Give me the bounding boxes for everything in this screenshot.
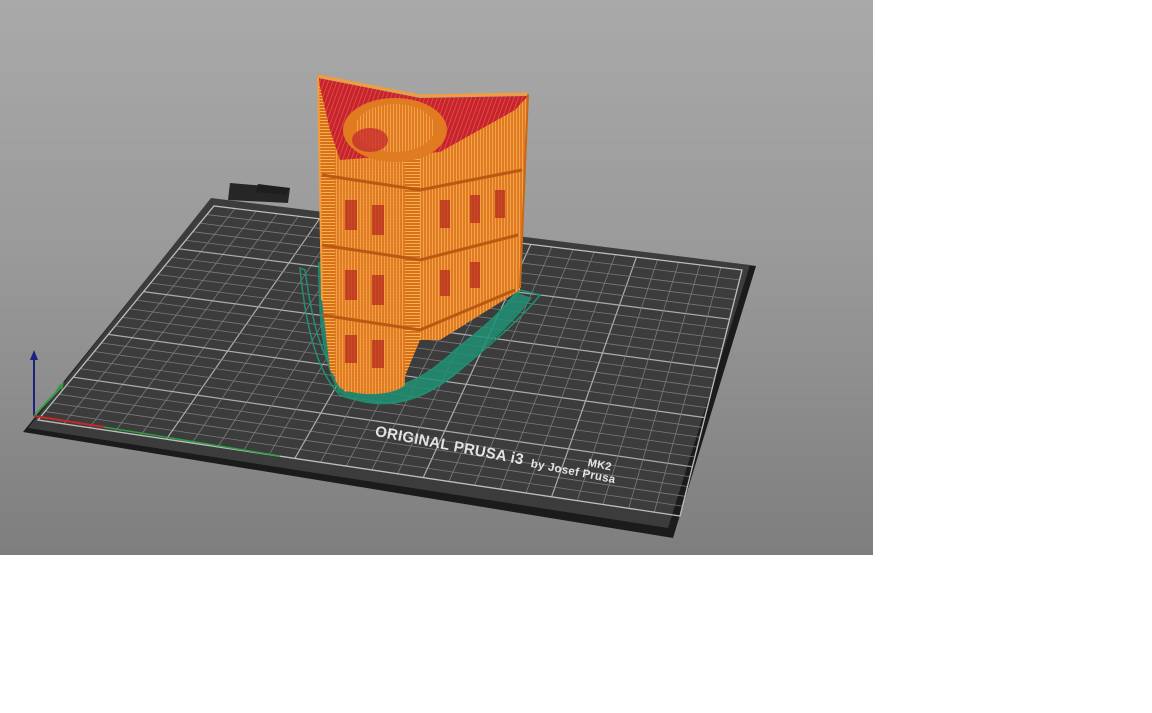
blank-area: [873, 0, 1152, 713]
z-axis-arrow: [30, 350, 38, 360]
print-preview-scene[interactable]: [0, 0, 873, 555]
3d-viewport[interactable]: ORIGINAL PRUSA i3 MK2 by Josef Prusa: [0, 0, 873, 555]
